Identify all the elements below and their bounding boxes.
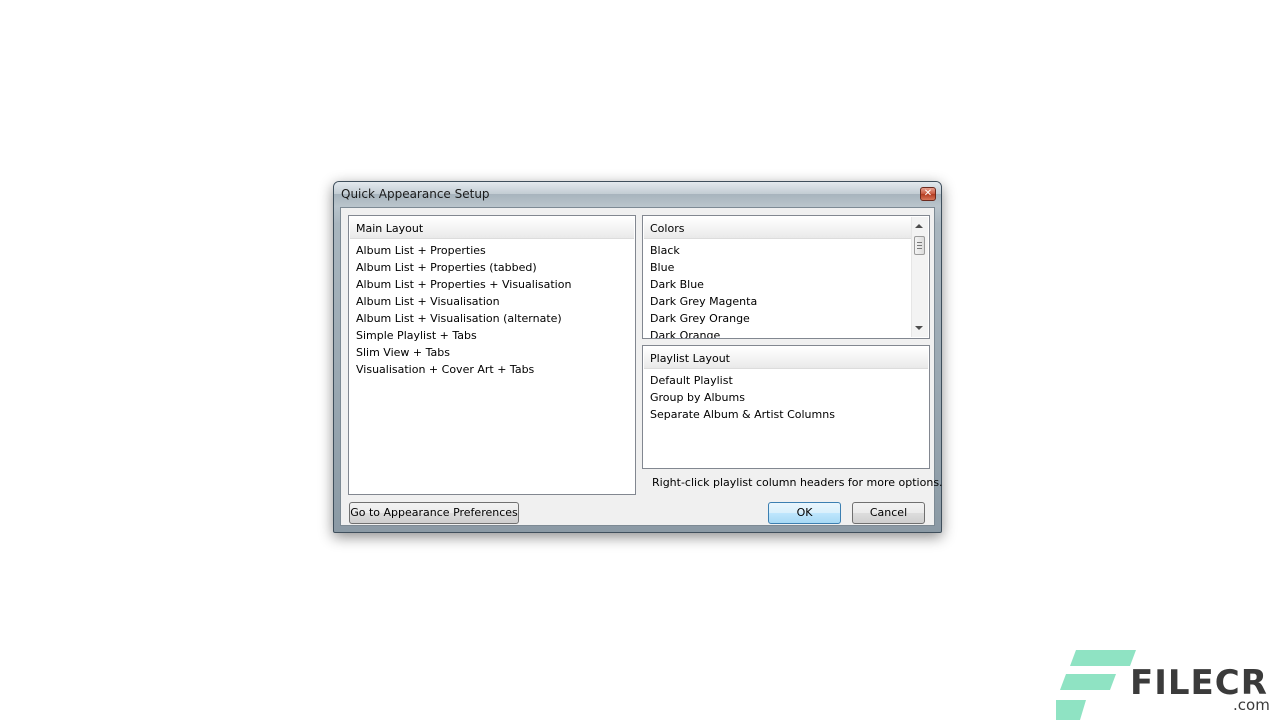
list-item[interactable]: Default Playlist bbox=[650, 372, 835, 389]
cancel-button[interactable]: Cancel bbox=[852, 502, 925, 524]
list-item[interactable]: Album List + Properties bbox=[356, 242, 571, 259]
main-layout-header[interactable]: Main Layout bbox=[350, 217, 634, 239]
scroll-thumb[interactable] bbox=[914, 236, 925, 255]
list-item[interactable]: Separate Album & Artist Columns bbox=[650, 406, 835, 423]
appearance-preferences-button[interactable]: Go to Appearance Preferences bbox=[349, 502, 519, 524]
grip-line bbox=[917, 242, 922, 243]
main-layout-items: Album List + Properties Album List + Pro… bbox=[356, 242, 571, 378]
playlist-layout-header[interactable]: Playlist Layout bbox=[644, 347, 928, 369]
title-bar[interactable]: Quick Appearance Setup ✕ bbox=[334, 182, 941, 206]
close-icon: ✕ bbox=[923, 188, 933, 199]
list-item[interactable]: Album List + Visualisation bbox=[356, 293, 571, 310]
filecr-logo-icon bbox=[1056, 650, 1136, 720]
colors-header[interactable]: Colors bbox=[644, 217, 911, 239]
main-layout-list[interactable]: Main Layout Album List + Properties Albu… bbox=[348, 215, 636, 495]
close-button[interactable]: ✕ bbox=[920, 187, 936, 201]
list-item[interactable]: Black bbox=[650, 242, 757, 259]
list-item[interactable]: Group by Albums bbox=[650, 389, 835, 406]
window-title: Quick Appearance Setup bbox=[341, 187, 490, 201]
colors-list[interactable]: Colors Black Blue Dark Blue Dark Grey Ma… bbox=[642, 215, 930, 339]
ok-button[interactable]: OK bbox=[768, 502, 841, 524]
colors-items: Black Blue Dark Blue Dark Grey Magenta D… bbox=[650, 242, 757, 338]
grip-line bbox=[917, 245, 922, 246]
list-item[interactable]: Album List + Properties + Visualisation bbox=[356, 276, 571, 293]
playlist-layout-list[interactable]: Playlist Layout Default Playlist Group b… bbox=[642, 345, 930, 469]
quick-appearance-dialog: Quick Appearance Setup ✕ Main Layout Alb… bbox=[333, 181, 943, 533]
watermark-suffix: .com bbox=[1233, 696, 1270, 714]
colors-scrollbar[interactable] bbox=[911, 217, 928, 337]
list-item[interactable]: Slim View + Tabs bbox=[356, 344, 571, 361]
scroll-down-arrow-icon[interactable] bbox=[915, 326, 923, 330]
list-item[interactable]: Blue bbox=[650, 259, 757, 276]
list-item[interactable]: Dark Blue bbox=[650, 276, 757, 293]
list-item[interactable]: Visualisation + Cover Art + Tabs bbox=[356, 361, 571, 378]
dialog-body: Main Layout Album List + Properties Albu… bbox=[340, 207, 943, 526]
list-item[interactable]: Album List + Visualisation (alternate) bbox=[356, 310, 571, 327]
scroll-up-arrow-icon[interactable] bbox=[915, 224, 923, 228]
list-item[interactable]: Dark Grey Magenta bbox=[650, 293, 757, 310]
hint-text: Right-click playlist column headers for … bbox=[652, 476, 943, 489]
list-item[interactable]: Album List + Properties (tabbed) bbox=[356, 259, 571, 276]
list-item[interactable]: Simple Playlist + Tabs bbox=[356, 327, 571, 344]
playlist-layout-items: Default Playlist Group by Albums Separat… bbox=[650, 372, 835, 423]
grip-line bbox=[917, 248, 922, 249]
list-item[interactable]: Dark Grey Orange bbox=[650, 310, 757, 327]
list-item[interactable]: Dark Orange bbox=[650, 327, 757, 338]
